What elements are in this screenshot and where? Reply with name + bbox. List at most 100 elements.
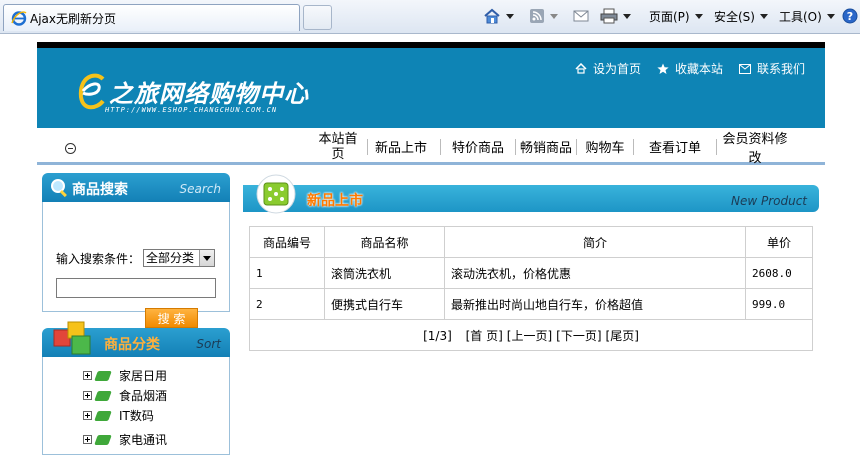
nav-home[interactable]: 本站首页 — [313, 132, 363, 162]
new-products-title: 新品上市 — [307, 193, 363, 209]
expand-icon[interactable] — [83, 391, 92, 400]
table-row[interactable]: 1 滚筒洗衣机 滚动洗衣机，价格优惠 2608.0 — [249, 257, 813, 289]
set-homepage-label: 设为首页 — [592, 62, 641, 76]
envelope-icon — [738, 63, 751, 74]
table-row[interactable]: 2 便携式自行车 最新推出时尚山地自行车，价格超值 999.0 — [249, 288, 813, 320]
next-page-link[interactable]: [下一页] — [556, 329, 601, 343]
last-page-link[interactable]: [尾页] — [606, 329, 639, 343]
category-panel-header: 商品分类 Sort — [42, 321, 230, 357]
expand-icon[interactable] — [83, 411, 92, 420]
cubes-icon — [53, 321, 91, 355]
category-label: 家电通讯 — [119, 433, 168, 447]
leaf-icon — [94, 410, 112, 421]
bookmark-link[interactable]: 收藏本站 — [657, 60, 723, 77]
mail-icon — [573, 10, 589, 22]
site-page: 之旅网络购物中心 HTTP://WWW.ESHOP.CHANGCHUN.COM.… — [37, 42, 825, 166]
table-header-row: 商品编号 商品名称 简介 单价 — [249, 226, 813, 258]
category-label: IT数码 — [119, 409, 154, 423]
expand-icon[interactable] — [83, 435, 92, 444]
logo-e-icon — [78, 73, 105, 110]
page-menu[interactable]: 页面(P) — [649, 6, 703, 26]
home-button[interactable] — [483, 6, 514, 26]
sidebar: 商品搜索 Search 输入搜索条件： 全部分类 搜 索 商品分类 Sort 家… — [42, 173, 230, 455]
help-button[interactable]: ? — [842, 6, 858, 26]
pager-row: [1/3] [首 页] [上一页] [下一页] [尾页] — [249, 319, 813, 351]
contact-link[interactable]: 联系我们 — [738, 60, 805, 77]
nav-profile[interactable]: 会员资料修改 — [717, 128, 793, 166]
star-icon — [657, 63, 669, 74]
printer-icon — [600, 8, 618, 24]
category-label: 食品烟酒 — [119, 389, 168, 403]
product-name[interactable]: 便携式自行车 — [324, 288, 445, 320]
product-price: 999.0 — [745, 288, 813, 320]
search-input[interactable] — [56, 278, 216, 298]
dropdown-arrow-icon[interactable] — [199, 250, 214, 266]
column-header: 简介 — [444, 226, 746, 258]
category-select[interactable]: 全部分类 — [143, 249, 215, 267]
search-condition-label: 输入搜索条件： — [56, 252, 141, 266]
pager: [1/3] [首 页] [上一页] [下一页] [尾页] — [249, 319, 813, 351]
contact-label: 联系我们 — [756, 62, 805, 76]
safety-menu-label: 安全(S) — [714, 9, 755, 24]
category-item[interactable]: 家电通讯 — [83, 431, 167, 448]
logo-url: HTTP://WWW.ESHOP.CHANGCHUN.COM.CN — [105, 106, 278, 114]
product-desc: 滚动洗衣机，价格优惠 — [444, 257, 746, 289]
product-id: 2 — [249, 288, 325, 320]
print-button[interactable] — [600, 6, 631, 26]
search-panel-header: 商品搜索 Search — [42, 173, 230, 202]
nav-cart[interactable]: 购物车 — [577, 137, 633, 156]
browser-tab[interactable]: Ajax无刷新分页 — [3, 4, 300, 31]
help-icon: ? — [842, 8, 858, 24]
prev-page-link[interactable]: [上一页] — [507, 329, 552, 343]
main-nav: 本站首页 新品上市 特价商品 畅销商品 购物车 查看订单 会员资料修改 — [37, 128, 825, 166]
nav-new-products[interactable]: 新品上市 — [368, 137, 434, 156]
category-panel: 家居日用 食品烟酒 IT数码 家电通讯 — [42, 357, 230, 455]
category-item[interactable]: 食品烟酒 — [83, 387, 167, 404]
nav-orders[interactable]: 查看订单 — [634, 137, 716, 156]
dice-icon — [256, 174, 296, 214]
nav-special-offers[interactable]: 特价商品 — [441, 137, 515, 156]
svg-text:?: ? — [847, 10, 853, 23]
tools-menu-label: 工具(O) — [779, 9, 822, 24]
first-page-link[interactable]: [首 页] — [466, 329, 503, 343]
page-menu-label: 页面(P) — [649, 9, 690, 24]
ie-logo-icon — [11, 11, 27, 26]
rss-feed-icon — [530, 9, 544, 23]
product-desc: 最新推出时尚山地自行车，价格超值 — [444, 288, 746, 320]
product-id: 1 — [249, 257, 325, 289]
category-item[interactable]: 家居日用 — [83, 367, 167, 384]
search-panel: 输入搜索条件： 全部分类 搜 索 — [42, 202, 230, 328]
product-table: 商品编号 商品名称 简介 单价 1 滚筒洗衣机 滚动洗衣机，价格优惠 2608.… — [249, 226, 813, 351]
category-panel-title-en: Sort — [196, 337, 221, 351]
tab-title: Ajax无刷新分页 — [30, 12, 116, 26]
tools-menu[interactable]: 工具(O) — [779, 6, 835, 26]
category-panel-title: 商品分类 — [104, 337, 160, 353]
bookmark-label: 收藏本站 — [674, 62, 723, 76]
set-homepage-link[interactable]: 设为首页 — [575, 60, 641, 77]
category-item[interactable]: IT数码 — [83, 407, 154, 424]
site-banner: 之旅网络购物中心 HTTP://WWW.ESHOP.CHANGCHUN.COM.… — [37, 48, 825, 128]
search-button[interactable]: 搜 索 — [145, 308, 198, 328]
house-icon — [575, 63, 587, 74]
category-label: 家居日用 — [119, 369, 168, 383]
expand-icon[interactable] — [83, 371, 92, 380]
feeds-button[interactable] — [529, 6, 558, 26]
collapse-toggle-icon[interactable] — [65, 143, 76, 154]
logo-text: 之旅网络购物中心 — [109, 80, 309, 108]
nav-bestsellers[interactable]: 畅销商品 — [516, 137, 576, 156]
new-tab-button[interactable] — [303, 5, 332, 30]
browser-toolbar: Ajax无刷新分页 页面(P) 安全(S) 工具(O) ? — [0, 0, 860, 34]
home-icon — [484, 8, 500, 24]
column-header: 单价 — [745, 226, 813, 258]
leaf-icon — [94, 370, 112, 381]
search-panel-title: 商品搜索 — [72, 182, 128, 198]
column-header: 商品名称 — [324, 226, 445, 258]
leaf-icon — [94, 434, 112, 445]
search-panel-title-en: Search — [179, 182, 222, 196]
page-status: [1/3] — [423, 328, 452, 343]
nav-menu: 本站首页 新品上市 特价商品 畅销商品 购物车 查看订单 会员资料修改 — [313, 128, 793, 166]
mail-button[interactable] — [573, 6, 589, 26]
magnifier-icon — [51, 179, 67, 198]
safety-menu[interactable]: 安全(S) — [714, 6, 768, 26]
product-name[interactable]: 滚筒洗衣机 — [324, 257, 445, 289]
